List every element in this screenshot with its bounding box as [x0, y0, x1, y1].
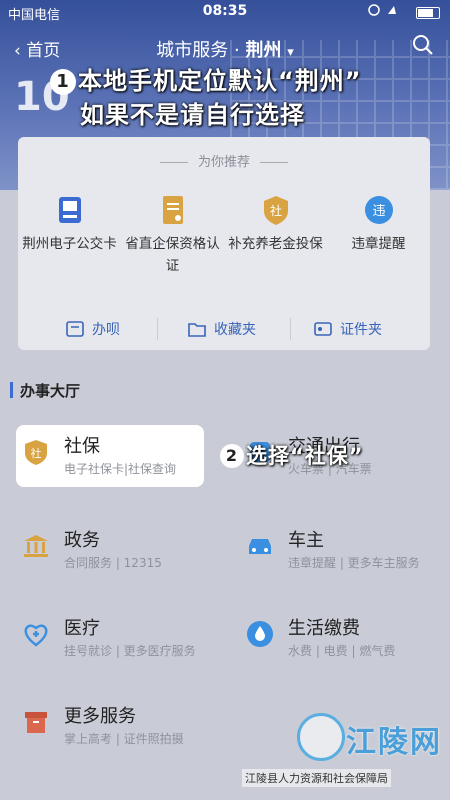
todo-icon	[66, 321, 84, 337]
service-label: 省直企保资格认证	[125, 236, 220, 274]
quick-label: 收藏夹	[214, 322, 256, 338]
annotation-step-2: 2 选择“社保”	[220, 440, 364, 470]
item-sub: 水费 | 电费 | 燃气费	[288, 644, 396, 658]
box-icon	[25, 712, 47, 733]
car-icon	[249, 539, 271, 554]
divider	[157, 318, 158, 340]
nav-bar: ‹ 首页 城市服务 · 荆州 ▾	[0, 30, 450, 66]
watermark-logo-icon	[297, 713, 345, 761]
item-sub: 挂号就诊 | 更多医疗服务	[64, 644, 196, 658]
svg-text:社: 社	[269, 203, 281, 218]
annotation-line-1: 本地手机定位默认“荆州”	[78, 67, 362, 95]
watermark-caption: 江陵县人力资源和社会保障局	[242, 769, 391, 787]
item-sub: 掌上高考 | 证件照拍摄	[64, 732, 184, 746]
quick-label: 办呗	[92, 322, 120, 338]
annotation-line-2: 如果不是请自行选择	[80, 101, 305, 129]
annotation-text: 选择“社保”	[246, 444, 364, 468]
quick-id-cards[interactable]: 证件夹	[314, 319, 382, 339]
service-label: 违章提醒	[351, 236, 406, 252]
divider	[290, 318, 291, 340]
item-name: 社保	[64, 436, 100, 457]
item-sub: 违章提醒 | 更多车主服务	[288, 556, 420, 570]
item-sub: 合同服务 | 12315	[64, 556, 162, 570]
section-title: 办事大厅	[9, 382, 81, 400]
service-label: 荆州电子公交卡	[22, 236, 117, 252]
item-name: 政务	[64, 530, 100, 551]
location-icon	[368, 4, 396, 16]
svg-text:社: 社	[31, 446, 42, 460]
watermark-logo-text: 江陵网	[346, 725, 442, 760]
social-security-shield-icon: 社	[263, 196, 288, 225]
item-name: 车主	[288, 530, 324, 551]
annotation-step-1: 1 本地手机定位默认“荆州” 如果不是请自行选择	[50, 64, 362, 132]
service-label: 补充养老金投保	[228, 236, 323, 252]
search-icon[interactable]	[412, 34, 434, 56]
quick-label: 证件夹	[340, 322, 382, 338]
quick-todo[interactable]: 办呗	[66, 319, 120, 339]
step-number: 2	[220, 444, 244, 468]
status-bar: 中国电信 08:35	[0, 0, 450, 24]
item-name: 医疗	[64, 618, 100, 639]
document-icon	[162, 196, 183, 224]
medical-icon	[24, 624, 48, 647]
watermark: 江陵网 江陵县人力资源和社会保障局	[242, 705, 442, 795]
service-qualification[interactable]: 省直企保资格认证	[121, 193, 224, 277]
item-name: 更多服务	[64, 706, 136, 727]
folder-icon	[188, 323, 206, 337]
id-card-icon	[314, 322, 332, 336]
item-sub: 电子社保卡|社保查询	[64, 462, 177, 476]
city-selector[interactable]: 城市服务 · 荆州 ▾	[0, 36, 450, 62]
recommend-title: 为你推荐	[18, 151, 430, 170]
svg-text:违: 违	[372, 204, 385, 219]
status-icons	[368, 4, 440, 20]
violation-icon: 违	[364, 196, 393, 224]
city-name: 荆州	[245, 40, 282, 61]
quick-favorites[interactable]: 收藏夹	[188, 319, 256, 339]
service-violation[interactable]: 违 违章提醒	[327, 193, 430, 255]
battery-icon	[416, 6, 440, 19]
step-number: 1	[50, 69, 76, 95]
title-prefix: 城市服务 ·	[156, 40, 246, 61]
shield-icon: 社	[25, 440, 47, 465]
bus-card-icon	[58, 197, 81, 223]
item-name: 生活缴费	[288, 618, 360, 639]
government-icon	[24, 535, 48, 557]
chevron-down-icon: ▾	[287, 45, 294, 60]
water-drop-icon	[247, 621, 273, 647]
recommend-card: 为你推荐 荆州电子公交卡 省直企保资格认证 社 补充养老金投保 违 违章提醒 办…	[18, 137, 430, 350]
service-pension[interactable]: 社 补充养老金投保	[224, 193, 327, 255]
service-bus-card[interactable]: 荆州电子公交卡	[18, 193, 121, 255]
